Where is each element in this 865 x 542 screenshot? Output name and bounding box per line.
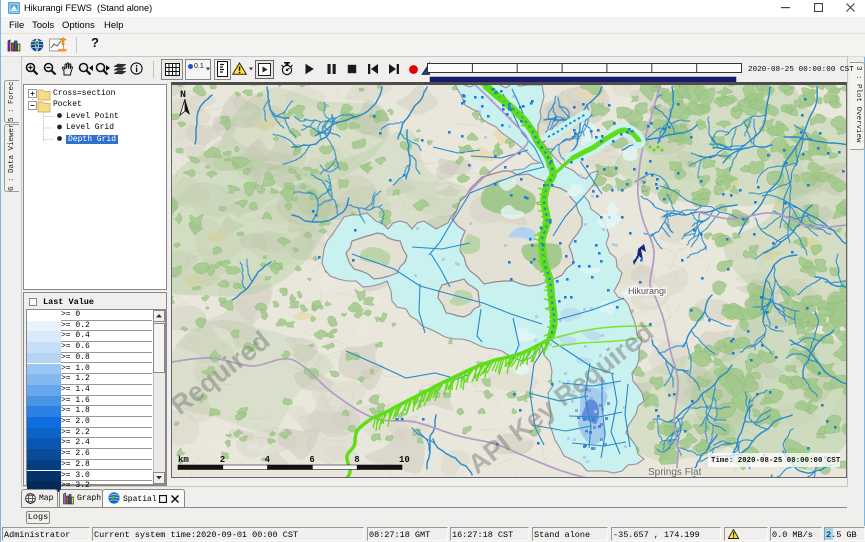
svg-text:6: 6 [309, 455, 314, 465]
svg-text:8: 8 [354, 455, 359, 465]
svg-text:4: 4 [265, 455, 271, 465]
svg-text:Springs Flat: Springs Flat [648, 467, 702, 478]
svg-text:Hikurangi: Hikurangi [628, 286, 666, 296]
svg-text:2: 2 [220, 455, 225, 465]
svg-text:km: km [178, 455, 189, 465]
svg-text:Time: 2020-08-25 00:00:00 CST: Time: 2020-08-25 00:00:00 CST [711, 457, 841, 465]
svg-text:10: 10 [399, 455, 410, 465]
